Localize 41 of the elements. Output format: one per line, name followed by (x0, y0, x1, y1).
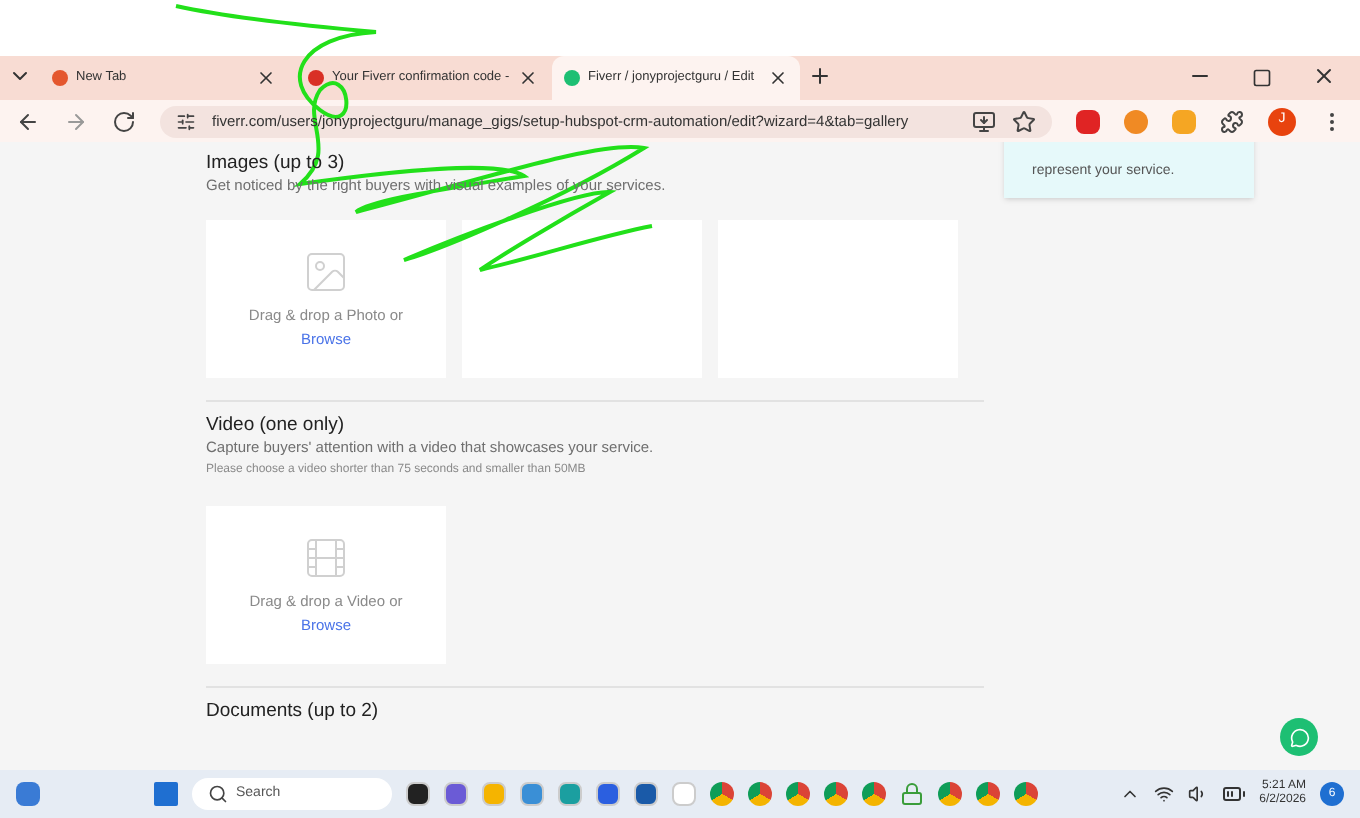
lock-app-icon[interactable] (900, 782, 924, 806)
forward-icon[interactable] (64, 109, 88, 133)
section-title: Video (one only) (206, 414, 345, 436)
browser-app-icon[interactable] (1014, 782, 1038, 806)
taskbar-app-icon[interactable] (634, 782, 658, 806)
close-icon[interactable] (256, 68, 276, 88)
windows-start-icon[interactable] (154, 782, 178, 806)
maximize-icon[interactable] (1252, 68, 1272, 88)
taskbar-app-icon[interactable] (406, 782, 430, 806)
widgets-icon[interactable] (16, 782, 40, 806)
back-icon[interactable] (16, 109, 40, 133)
reload-icon[interactable] (112, 109, 136, 133)
extension-icon[interactable] (1076, 109, 1100, 133)
browser-app-icon[interactable] (710, 782, 734, 806)
new-tab-icon[interactable] (808, 64, 832, 88)
volume-icon[interactable] (1187, 784, 1208, 804)
browser-app-icon[interactable] (824, 782, 848, 806)
chat-button[interactable] (1280, 718, 1318, 756)
browser-app-icon[interactable] (938, 782, 962, 806)
search-icon (208, 784, 228, 804)
browser-app-icon[interactable] (862, 782, 886, 806)
site-icon (52, 70, 68, 86)
site-info-icon[interactable] (176, 111, 196, 131)
section-title: Documents (up to 2) (206, 700, 379, 722)
site-icon (564, 70, 580, 86)
wifi-icon[interactable] (1153, 784, 1174, 804)
bookmark-icon[interactable] (1012, 109, 1036, 133)
install-icon[interactable] (972, 109, 996, 133)
browser-app-icon[interactable] (976, 782, 1000, 806)
browser-app-icon[interactable] (786, 782, 810, 806)
extensions-icon[interactable] (1220, 109, 1244, 133)
close-window-icon[interactable] (1312, 64, 1336, 88)
film-reel-icon (302, 534, 350, 583)
close-icon[interactable] (768, 68, 788, 88)
close-icon[interactable] (517, 68, 538, 88)
battery-icon[interactable] (1221, 782, 1246, 806)
site-icon (308, 70, 324, 86)
chat-icon (1289, 727, 1309, 747)
image-icon (302, 248, 350, 297)
browser-app-icon[interactable] (748, 782, 772, 806)
extension-icon[interactable] (1124, 109, 1148, 133)
